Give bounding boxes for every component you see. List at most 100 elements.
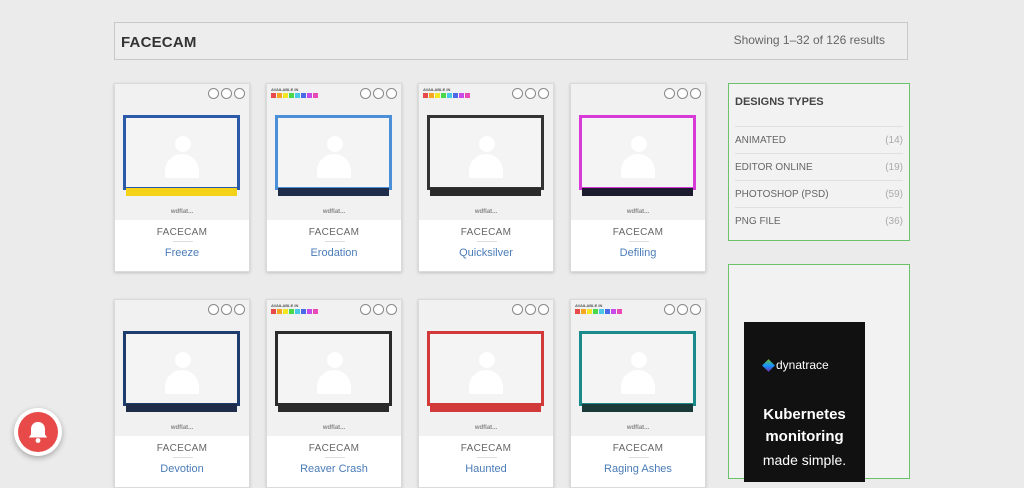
design-type-photoshop[interactable]: PHOTOSHOP (PSD) (59) bbox=[735, 180, 903, 207]
card-category[interactable]: FACECAM bbox=[267, 443, 401, 454]
card-title-link[interactable]: Haunted bbox=[419, 463, 553, 475]
product-card[interactable]: AVAILABLE IN wdflat... FACECAM Raging Ashes bbox=[570, 299, 706, 488]
person-placeholder-icon bbox=[468, 136, 503, 180]
notification-bell-button[interactable] bbox=[14, 408, 62, 456]
editor-icon bbox=[221, 88, 232, 99]
product-card[interactable]: wdflat... FACECAM Devotion bbox=[114, 299, 250, 488]
design-type-label: ANIMATED bbox=[735, 135, 786, 146]
color-swatch bbox=[283, 93, 288, 98]
person-placeholder-icon bbox=[164, 352, 199, 396]
card-title-link[interactable]: Quicksilver bbox=[419, 247, 553, 259]
photoshop-icon bbox=[360, 304, 371, 315]
product-card[interactable]: wdflat... FACECAM Defiling bbox=[570, 83, 706, 272]
card-category[interactable]: FACECAM bbox=[419, 443, 553, 454]
ad-brand: dynatrace bbox=[776, 358, 829, 372]
product-thumbnail[interactable]: AVAILABLE IN wdflat... bbox=[267, 84, 401, 220]
ad-banner[interactable]: dynatrace Kubernetes monitoring made sim… bbox=[744, 322, 865, 482]
facecam-frame-preview bbox=[123, 331, 240, 412]
color-swatches bbox=[271, 309, 318, 314]
frame-name-bar bbox=[278, 404, 389, 412]
design-type-animated[interactable]: ANIMATED (14) bbox=[735, 126, 903, 153]
frame-name-bar bbox=[582, 404, 693, 412]
card-title-link[interactable]: Defiling bbox=[571, 247, 705, 259]
card-title-link[interactable]: Reaver Crash bbox=[267, 463, 401, 475]
product-card[interactable]: wdflat... FACECAM Freeze bbox=[114, 83, 250, 272]
card-title-link[interactable]: Erodation bbox=[267, 247, 401, 259]
product-card[interactable]: AVAILABLE IN wdflat... FACECAM Reaver Crash bbox=[266, 299, 402, 488]
color-swatch bbox=[289, 93, 294, 98]
available-in-label: AVAILABLE IN bbox=[575, 303, 603, 308]
watermark-logo: wdflat... bbox=[322, 209, 346, 215]
product-thumbnail[interactable]: AVAILABLE IN wdflat... bbox=[419, 84, 553, 220]
card-category[interactable]: FACECAM bbox=[419, 227, 553, 238]
product-thumbnail[interactable]: AVAILABLE IN wdflat... bbox=[267, 300, 401, 436]
person-placeholder-icon bbox=[316, 136, 351, 180]
format-badges bbox=[208, 304, 245, 315]
facecam-frame-preview bbox=[579, 331, 696, 412]
design-type-png[interactable]: PNG FILE (36) bbox=[735, 207, 903, 234]
product-thumbnail[interactable]: AVAILABLE IN wdflat... bbox=[571, 300, 705, 436]
design-type-count: (14) bbox=[885, 135, 903, 146]
color-swatch bbox=[271, 93, 276, 98]
editor-icon bbox=[677, 304, 688, 315]
card-category[interactable]: FACECAM bbox=[571, 227, 705, 238]
product-card[interactable]: AVAILABLE IN wdflat... FACECAM Quicksilver bbox=[418, 83, 554, 272]
bell-icon bbox=[18, 412, 58, 452]
design-type-editor-online[interactable]: EDITOR ONLINE (19) bbox=[735, 153, 903, 180]
card-category[interactable]: FACECAM bbox=[115, 227, 249, 238]
watermark-logo: wdflat... bbox=[626, 209, 650, 215]
card-category[interactable]: FACECAM bbox=[267, 227, 401, 238]
photoshop-icon bbox=[208, 88, 219, 99]
color-swatch bbox=[593, 309, 598, 314]
frame-name-bar bbox=[126, 188, 237, 196]
format-badges bbox=[208, 88, 245, 99]
product-thumbnail[interactable]: wdflat... bbox=[115, 84, 249, 220]
frame-name-bar bbox=[430, 404, 541, 412]
product-thumbnail[interactable]: wdflat... bbox=[571, 84, 705, 220]
color-swatch bbox=[441, 93, 446, 98]
product-card[interactable]: wdflat... FACECAM Haunted bbox=[418, 299, 554, 488]
watermark-logo: wdflat... bbox=[322, 425, 346, 431]
photoshop-icon bbox=[664, 304, 675, 315]
color-swatch bbox=[429, 93, 434, 98]
color-swatch bbox=[435, 93, 440, 98]
color-swatch bbox=[301, 93, 306, 98]
color-swatch bbox=[277, 93, 282, 98]
product-thumbnail[interactable]: wdflat... bbox=[115, 300, 249, 436]
design-type-label: PNG FILE bbox=[735, 216, 781, 227]
card-title-link[interactable]: Devotion bbox=[115, 463, 249, 475]
card-divider bbox=[325, 241, 345, 242]
photoshop-icon bbox=[208, 304, 219, 315]
card-title-link[interactable]: Raging Ashes bbox=[571, 463, 705, 475]
facecam-frame-preview bbox=[579, 115, 696, 196]
product-card[interactable]: AVAILABLE IN wdflat... FACECAM Erodation bbox=[266, 83, 402, 272]
card-category[interactable]: FACECAM bbox=[115, 443, 249, 454]
color-swatch bbox=[277, 309, 282, 314]
editor-icon bbox=[525, 88, 536, 99]
person-placeholder-icon bbox=[620, 352, 655, 396]
color-swatch bbox=[581, 309, 586, 314]
color-swatch bbox=[307, 309, 312, 314]
watermark-logo: wdflat... bbox=[474, 425, 498, 431]
results-header: FACECAM Showing 1–32 of 126 results bbox=[114, 22, 908, 60]
product-thumbnail[interactable]: wdflat... bbox=[419, 300, 553, 436]
person-placeholder-icon bbox=[316, 352, 351, 396]
person-placeholder-icon bbox=[620, 136, 655, 180]
facecam-frame-preview bbox=[123, 115, 240, 196]
color-swatch bbox=[295, 309, 300, 314]
frame-name-bar bbox=[582, 188, 693, 196]
card-divider bbox=[173, 241, 193, 242]
color-swatch bbox=[283, 309, 288, 314]
card-divider bbox=[629, 241, 649, 242]
color-swatch bbox=[611, 309, 616, 314]
card-divider bbox=[629, 457, 649, 458]
photoshop-icon bbox=[664, 88, 675, 99]
card-title-link[interactable]: Freeze bbox=[115, 247, 249, 259]
card-category[interactable]: FACECAM bbox=[571, 443, 705, 454]
color-swatch bbox=[575, 309, 580, 314]
color-swatch bbox=[271, 309, 276, 314]
animated-icon bbox=[234, 88, 245, 99]
ad-headline-3: made simple. bbox=[762, 452, 847, 468]
frame-name-bar bbox=[278, 188, 389, 196]
design-types-title: DESIGNS TYPES bbox=[735, 96, 824, 108]
